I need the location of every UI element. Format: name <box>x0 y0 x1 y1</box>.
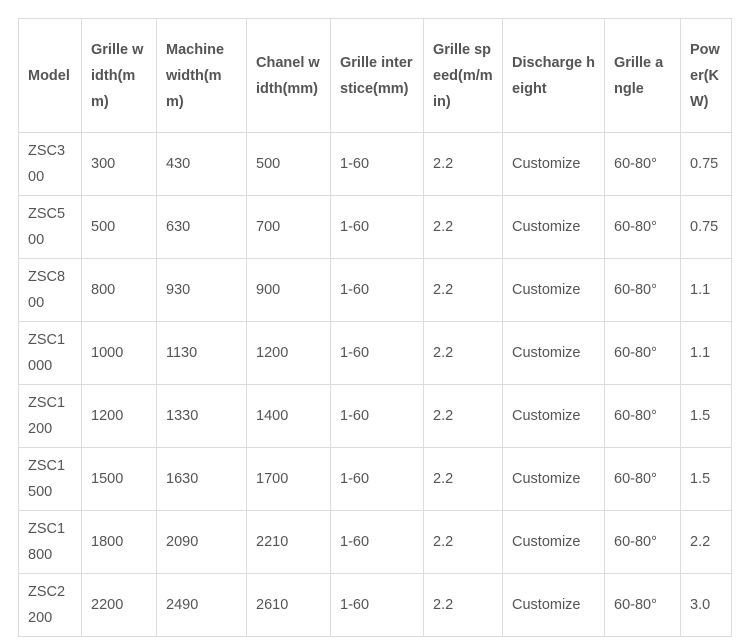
cell-grille-speed: 2.2 <box>423 384 503 448</box>
cell-discharge-height: Customize <box>502 510 605 574</box>
cell-grille-interstice: 1-60 <box>330 510 424 574</box>
table-row: ZSC300 300 430 500 1-60 2.2 Customize 60… <box>18 132 732 196</box>
table-row: ZSC2200 2200 2490 2610 1-60 2.2 Customiz… <box>18 573 732 637</box>
cell-grille-speed: 2.2 <box>423 258 503 322</box>
cell-grille-interstice: 1-60 <box>330 321 424 385</box>
cell-grille-width: 1200 <box>81 384 157 448</box>
header-grille-interstice: Grille interstice(mm) <box>330 18 424 133</box>
cell-grille-interstice: 1-60 <box>330 573 424 637</box>
cell-grille-angle: 60-80° <box>604 384 681 448</box>
cell-grille-angle: 60-80° <box>604 321 681 385</box>
cell-discharge-height: Customize <box>502 447 605 511</box>
cell-power: 0.75 <box>680 132 732 196</box>
cell-grille-interstice: 1-60 <box>330 447 424 511</box>
cell-grille-interstice: 1-60 <box>330 195 424 259</box>
cell-grille-speed: 2.2 <box>423 321 503 385</box>
cell-machine-width: 630 <box>156 195 247 259</box>
cell-model: ZSC1500 <box>18 447 82 511</box>
cell-chanel-width: 500 <box>246 132 331 196</box>
cell-grille-width: 800 <box>81 258 157 322</box>
cell-machine-width: 2490 <box>156 573 247 637</box>
header-discharge-height: Discharge height <box>502 18 605 133</box>
cell-machine-width: 930 <box>156 258 247 322</box>
cell-model: ZSC1800 <box>18 510 82 574</box>
cell-power: 3.0 <box>680 573 732 637</box>
cell-grille-speed: 2.2 <box>423 510 503 574</box>
cell-grille-speed: 2.2 <box>423 573 503 637</box>
cell-grille-interstice: 1-60 <box>330 132 424 196</box>
cell-machine-width: 430 <box>156 132 247 196</box>
cell-grille-width: 500 <box>81 195 157 259</box>
cell-discharge-height: Customize <box>502 321 605 385</box>
table-row: ZSC500 500 630 700 1-60 2.2 Customize 60… <box>18 195 732 259</box>
cell-grille-interstice: 1-60 <box>330 258 424 322</box>
cell-model: ZSC800 <box>18 258 82 322</box>
cell-grille-speed: 2.2 <box>423 195 503 259</box>
cell-grille-width: 1000 <box>81 321 157 385</box>
cell-grille-angle: 60-80° <box>604 132 681 196</box>
spec-table: Model Grille width(mm) Machine width(mm)… <box>18 18 732 637</box>
cell-grille-speed: 2.2 <box>423 132 503 196</box>
table-row: ZSC1800 1800 2090 2210 1-60 2.2 Customiz… <box>18 510 732 574</box>
cell-grille-angle: 60-80° <box>604 573 681 637</box>
header-grille-width: Grille width(mm) <box>81 18 157 133</box>
cell-chanel-width: 1400 <box>246 384 331 448</box>
header-power: Power(KW) <box>680 18 732 133</box>
cell-discharge-height: Customize <box>502 384 605 448</box>
header-model: Model <box>18 18 82 133</box>
table-row: ZSC1500 1500 1630 1700 1-60 2.2 Customiz… <box>18 447 732 511</box>
cell-model: ZSC1200 <box>18 384 82 448</box>
cell-chanel-width: 2210 <box>246 510 331 574</box>
cell-model: ZSC2200 <box>18 573 82 637</box>
table-row: ZSC1200 1200 1330 1400 1-60 2.2 Customiz… <box>18 384 732 448</box>
cell-grille-speed: 2.2 <box>423 447 503 511</box>
cell-chanel-width: 1200 <box>246 321 331 385</box>
cell-grille-width: 300 <box>81 132 157 196</box>
header-machine-width: Machine width(mm) <box>156 18 247 133</box>
cell-grille-width: 1800 <box>81 510 157 574</box>
cell-grille-angle: 60-80° <box>604 195 681 259</box>
cell-grille-width: 1500 <box>81 447 157 511</box>
cell-model: ZSC1000 <box>18 321 82 385</box>
cell-power: 1.5 <box>680 447 732 511</box>
cell-power: 1.5 <box>680 384 732 448</box>
cell-machine-width: 2090 <box>156 510 247 574</box>
cell-machine-width: 1130 <box>156 321 247 385</box>
header-row: Model Grille width(mm) Machine width(mm)… <box>18 18 732 133</box>
cell-discharge-height: Customize <box>502 132 605 196</box>
cell-model: ZSC300 <box>18 132 82 196</box>
table-row: ZSC1000 1000 1130 1200 1-60 2.2 Customiz… <box>18 321 732 385</box>
cell-discharge-height: Customize <box>502 573 605 637</box>
cell-chanel-width: 2610 <box>246 573 331 637</box>
cell-power: 1.1 <box>680 321 732 385</box>
cell-chanel-width: 700 <box>246 195 331 259</box>
cell-discharge-height: Customize <box>502 258 605 322</box>
cell-chanel-width: 1700 <box>246 447 331 511</box>
cell-chanel-width: 900 <box>246 258 331 322</box>
cell-power: 2.2 <box>680 510 732 574</box>
cell-model: ZSC500 <box>18 195 82 259</box>
cell-grille-angle: 60-80° <box>604 258 681 322</box>
cell-discharge-height: Customize <box>502 195 605 259</box>
cell-machine-width: 1330 <box>156 384 247 448</box>
table-row: ZSC800 800 930 900 1-60 2.2 Customize 60… <box>18 258 732 322</box>
header-grille-angle: Grille angle <box>604 18 681 133</box>
cell-machine-width: 1630 <box>156 447 247 511</box>
header-chanel-width: Chanel width(mm) <box>246 18 331 133</box>
cell-power: 0.75 <box>680 195 732 259</box>
cell-grille-width: 2200 <box>81 573 157 637</box>
cell-grille-angle: 60-80° <box>604 510 681 574</box>
cell-grille-interstice: 1-60 <box>330 384 424 448</box>
cell-power: 1.1 <box>680 258 732 322</box>
header-grille-speed: Grille speed(m/min) <box>423 18 503 133</box>
cell-grille-angle: 60-80° <box>604 447 681 511</box>
